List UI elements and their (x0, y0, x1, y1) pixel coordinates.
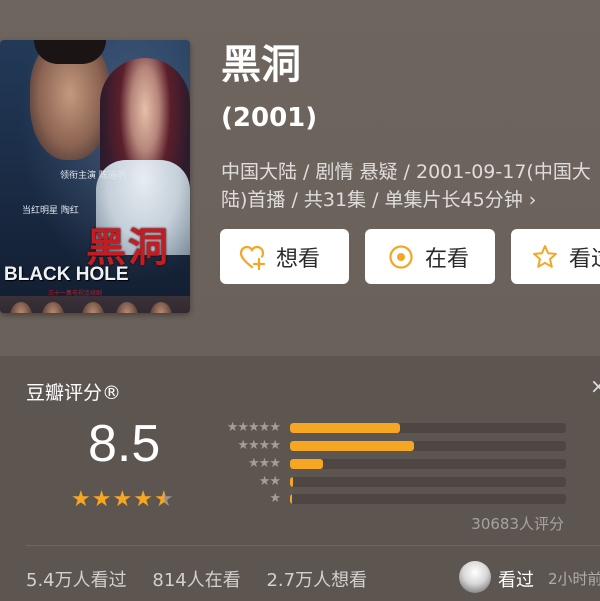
want-count[interactable]: 2.7万人想看 (266, 570, 367, 591)
poster-credit-guest: 当红明星 陶红 (22, 206, 79, 216)
avatar[interactable] (459, 561, 491, 593)
rating-row-stars: ★ (269, 491, 281, 506)
rating-bar-track (290, 459, 566, 469)
friend-time: 2小时前 (548, 570, 600, 588)
movie-title: 黑洞 (221, 42, 301, 88)
rating-bar-fill (290, 459, 324, 469)
rating-row-stars: ★★★ (248, 456, 281, 471)
heart-plus-icon (239, 245, 266, 270)
want-to-watch-button[interactable]: 想看 (220, 229, 349, 284)
movie-year: (2001) (221, 103, 318, 133)
movie-meta[interactable]: 中国大陆 / 剧情 悬疑 / 2001-09-17(中国大 陆)首播 / 共31… (221, 158, 600, 214)
target-circle-icon (389, 244, 413, 269)
movie-meta-line-1: 中国大陆 / 剧情 悬疑 / 2001-09-17(中国大 (221, 161, 591, 183)
poster-credit-lead: 领衔主演 陈道明 (60, 171, 126, 181)
watching-button[interactable]: 在看 (365, 229, 495, 284)
rating-bar-track (290, 477, 566, 487)
poster-image[interactable]: 领衔主演 陈道明 当红明星 陶红 黑洞 BLACK HOLE 三十一集电视连续剧 (0, 40, 190, 313)
rating-distribution-row: ★★★★★ (0, 419, 600, 437)
rating-distribution-row: ★★★ (0, 455, 600, 473)
watched-button[interactable]: 看过 (511, 229, 600, 284)
divider (26, 545, 600, 546)
rating-bar-fill (290, 423, 401, 433)
watched-count[interactable]: 5.4万人看过 (26, 570, 127, 591)
want-to-watch-label: 想看 (276, 246, 321, 272)
audience-stats: 5.4万人看过 814人在看 2.7万人想看 (26, 566, 387, 592)
poster-tagline: 三十一集电视连续剧 (48, 290, 103, 297)
watching-label: 在看 (425, 246, 470, 272)
rating-row-stars: ★★★★★ (226, 420, 281, 435)
rating-distribution-row: ★ (0, 490, 600, 508)
rating-bar-track (290, 441, 566, 451)
watched-label: 看过 (569, 246, 600, 272)
rating-distribution-row: ★★ (0, 473, 600, 491)
rating-bar-fill (290, 494, 292, 504)
rating-bar-track (290, 494, 566, 504)
star-outline-icon (533, 244, 557, 268)
friend-action: 看过 (498, 570, 534, 591)
poster-title-en: BLACK HOLE (4, 264, 129, 285)
rating-row-stars: ★★ (258, 474, 281, 489)
watching-count[interactable]: 814人在看 (152, 570, 240, 591)
rating-distribution-row: ★★★★ (0, 437, 600, 455)
rating-row-stars: ★★★★ (237, 438, 281, 453)
douban-rating-title: 豆瓣评分® (26, 382, 122, 404)
movie-meta-line-2: 陆)首播 / 共31集 / 单集片长45分钟 › (221, 189, 537, 211)
rating-bar-fill (290, 441, 415, 451)
close-icon[interactable]: × (590, 374, 600, 398)
rating-bar-track (290, 423, 566, 433)
rating-bar-fill (290, 477, 293, 487)
rating-votes[interactable]: 30683人评分 (471, 513, 564, 534)
